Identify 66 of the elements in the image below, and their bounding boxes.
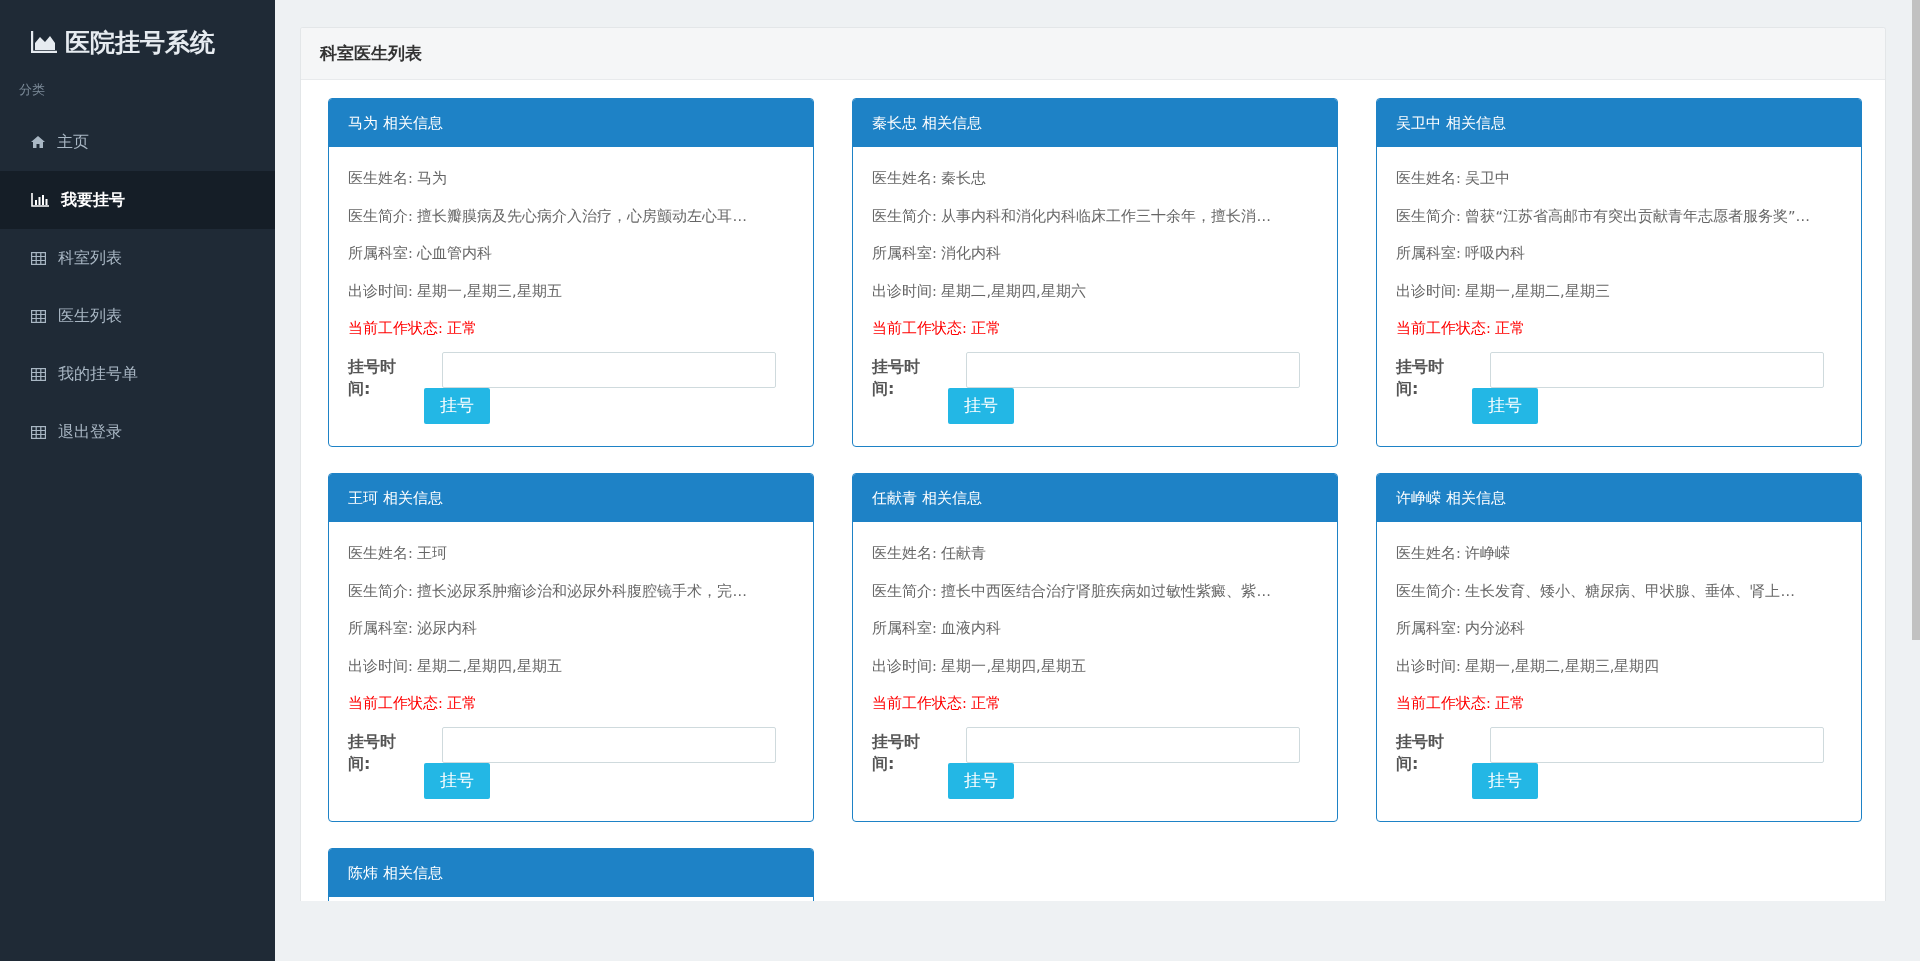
info-line: 出诊时间: 星期二,星期四,星期五 (348, 656, 563, 676)
info-line: 出诊时间: 星期一,星期四,星期五 (872, 656, 1087, 676)
time-input-field[interactable] (442, 726, 776, 763)
app-title: 医院挂号系统 (65, 26, 215, 59)
info-line: 所属科室: 消化内科 (872, 244, 1003, 263)
nav-item[interactable]: 科室列表 (0, 229, 275, 287)
field-label: 挂号时间: (872, 730, 921, 775)
work-status: 当前工作状态: 正常 (872, 319, 1003, 338)
table-icon (31, 425, 46, 439)
time-input-field[interactable] (966, 726, 1300, 763)
table-icon (31, 309, 46, 323)
info-line: 医生简介: 擅长泌尿系肿瘤诊治和泌尿外科腹腔镜手术，完… (348, 581, 748, 601)
info-line: 所属科室: 呼吸内科 (1396, 244, 1527, 263)
time-input-field[interactable] (1490, 726, 1824, 763)
info-line: 所属科室: 血液内科 (872, 619, 1003, 638)
nav-item[interactable]: 退出登录 (0, 403, 275, 461)
work-status: 当前工作状态: 正常 (872, 694, 1003, 713)
time-input-field[interactable] (442, 351, 776, 388)
info-line: 医生姓名: 吴卫中 (1396, 169, 1512, 188)
table-icon (31, 251, 46, 265)
info-line: 医生姓名: 任献青 (872, 544, 988, 563)
work-status: 当前工作状态: 正常 (1396, 694, 1527, 713)
nav-item[interactable]: 我要挂号 (0, 171, 275, 229)
work-status: 当前工作状态: 正常 (348, 319, 479, 338)
bar-chart-icon (31, 193, 49, 207)
info-line: 医生简介: 擅长中西医结合治疗肾脏疾病如过敏性紫癜、紫… (872, 581, 1272, 601)
card-title: 许峥嵘 相关信息 (1396, 488, 1506, 508)
info-line: 医生简介: 生长发育、矮小、糖尿病、甲状腺、垂体、肾上… (1396, 581, 1796, 601)
panel-title: 科室医生列表 (320, 42, 422, 65)
nav-item[interactable]: 主页 (0, 113, 275, 171)
card-title: 陈炜 相关信息 (348, 863, 443, 883)
info-line: 医生简介: 从事内科和消化内科临床工作三十余年，擅长消… (872, 206, 1272, 226)
info-line: 医生姓名: 王珂 (348, 544, 449, 563)
info-line: 所属科室: 心血管内科 (348, 244, 494, 263)
card-title: 吴卫中 相关信息 (1396, 113, 1506, 133)
info-line: 医生简介: 擅长瓣膜病及先心病介入治疗，心房颤动左心耳… (348, 206, 748, 226)
card-title: 马为 相关信息 (348, 113, 443, 133)
info-line: 出诊时间: 星期二,星期四,星期六 (872, 281, 1087, 301)
scrollbar[interactable] (1912, 0, 1920, 640)
time-input-field[interactable] (966, 351, 1300, 388)
time-input-field[interactable] (1490, 351, 1824, 388)
work-status: 当前工作状态: 正常 (348, 694, 479, 713)
field-label: 挂号时间: (348, 355, 397, 400)
info-line: 医生姓名: 秦长忠 (872, 169, 988, 188)
nav-item[interactable]: 医生列表 (0, 287, 275, 345)
info-line: 医生姓名: 马为 (348, 169, 449, 188)
info-line: 医生姓名: 许峥嵘 (1396, 544, 1512, 563)
card-title: 秦长忠 相关信息 (872, 113, 982, 133)
info-line: 所属科室: 泌尿内科 (348, 619, 479, 638)
info-line: 出诊时间: 星期一,星期二,星期三,星期四 (1396, 656, 1661, 676)
card-title: 任献青 相关信息 (872, 488, 982, 508)
info-line: 出诊时间: 星期一,星期二,星期三 (1396, 281, 1611, 301)
field-label: 挂号时间: (1396, 355, 1445, 400)
info-line: 医生简介: 曾获“江苏省高邮市有突出贡献青年志愿者服务奖”… (1396, 206, 1812, 226)
field-label: 挂号时间: (348, 730, 397, 775)
info-line: 出诊时间: 星期一,星期三,星期五 (348, 281, 563, 301)
info-line: 所属科室: 内分泌科 (1396, 619, 1527, 638)
field-label: 挂号时间: (1396, 730, 1445, 775)
home-icon (31, 136, 45, 148)
card-title: 王珂 相关信息 (348, 488, 443, 508)
work-status: 当前工作状态: 正常 (1396, 319, 1527, 338)
nav-item[interactable]: 我的挂号单 (0, 345, 275, 403)
field-label: 挂号时间: (872, 355, 921, 400)
section-label: 分类 (18, 81, 46, 99)
area-chart-icon (31, 31, 57, 53)
table-icon (31, 367, 46, 381)
